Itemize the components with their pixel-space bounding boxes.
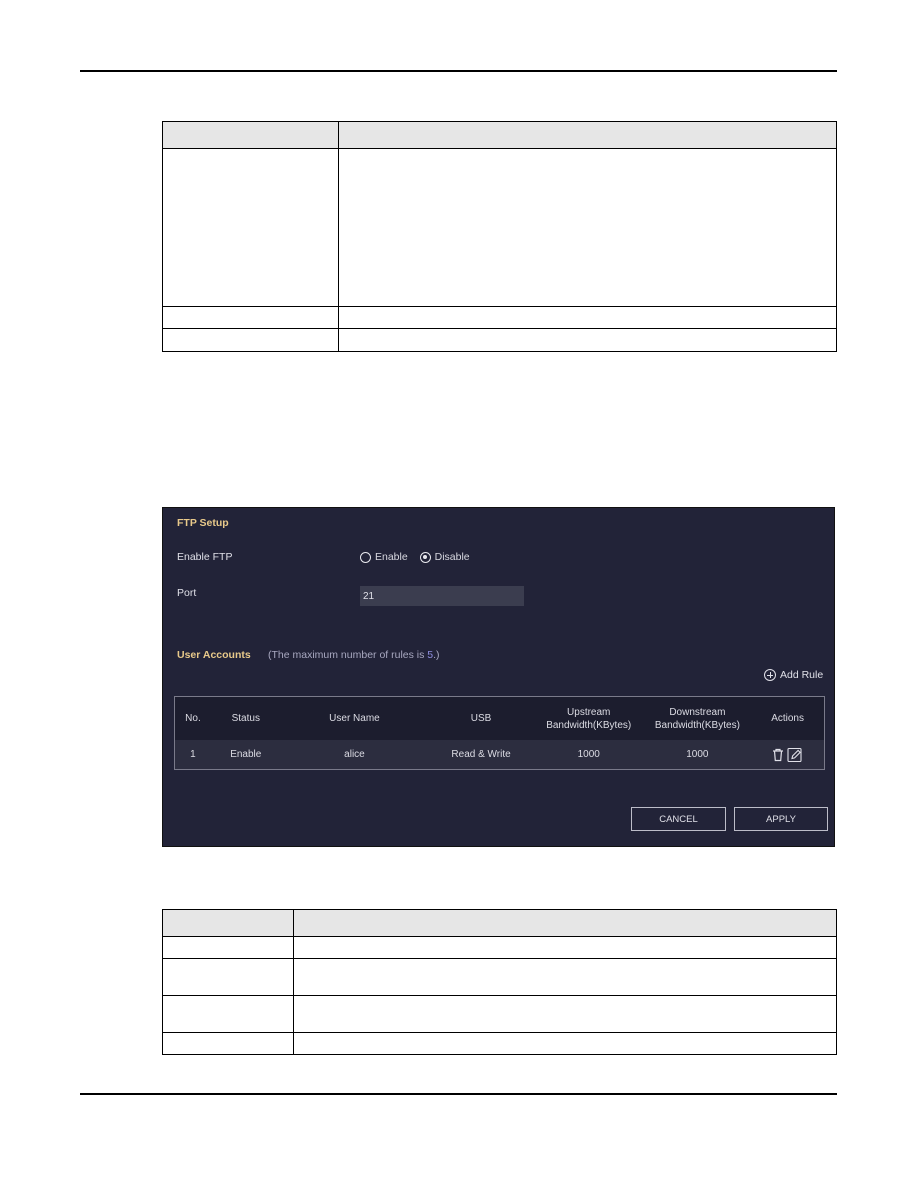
radio-enable[interactable] bbox=[360, 551, 371, 563]
cell-status: Enable bbox=[230, 749, 262, 760]
header-rule bbox=[80, 70, 837, 72]
apply-button[interactable]: APPLY bbox=[734, 807, 828, 831]
port-label: Port bbox=[177, 587, 197, 599]
cell-user-name: alice bbox=[344, 749, 365, 760]
cell-no: 1 bbox=[190, 749, 196, 760]
section-title-user-accounts: User Accounts bbox=[177, 649, 251, 661]
column-header-user-name: User Name bbox=[329, 713, 380, 724]
max-rules-hint: (The maximum number of rules is 5.) bbox=[268, 649, 440, 661]
radio-disable-label[interactable]: Disable bbox=[435, 551, 470, 563]
enable-ftp-label: Enable FTP bbox=[177, 551, 233, 563]
ftp-setup-panel: FTP Setup Enable FTP Enable Disable Port… bbox=[162, 507, 835, 847]
cell-upstream: 1000 bbox=[577, 749, 600, 760]
column-header-no: No. bbox=[185, 713, 201, 724]
delete-icon[interactable] bbox=[772, 748, 784, 762]
cell-downstream: 1000 bbox=[686, 749, 709, 760]
column-header-upstream: Upstream Bandwidth(KBytes) bbox=[546, 706, 632, 731]
table-row bbox=[162, 306, 837, 329]
enable-ftp-radio-group: Enable Disable bbox=[360, 551, 479, 563]
top-description-table bbox=[162, 121, 837, 352]
plus-circle-icon bbox=[764, 669, 776, 681]
add-rule-button[interactable]: Add Rule bbox=[764, 669, 823, 681]
cell-actions bbox=[751, 747, 824, 763]
column-header-status: Status bbox=[231, 713, 260, 724]
column-header-downstream: Downstream Bandwidth(KBytes) bbox=[654, 706, 740, 731]
table-row bbox=[162, 148, 837, 307]
edit-icon[interactable] bbox=[787, 747, 803, 763]
table-row bbox=[162, 995, 837, 1033]
user-accounts-table: No. Status User Name USB Upstream Bandwi… bbox=[174, 696, 825, 770]
footer-rule bbox=[80, 1093, 837, 1095]
table-row bbox=[162, 1032, 837, 1055]
cell-usb: Read & Write bbox=[451, 749, 511, 760]
add-rule-label: Add Rule bbox=[780, 669, 824, 681]
table-header-row: No. Status User Name USB Upstream Bandwi… bbox=[175, 697, 824, 740]
table-row bbox=[162, 958, 837, 996]
column-header-actions: Actions bbox=[771, 713, 804, 724]
table-row bbox=[162, 328, 837, 352]
table-row: 1 Enable alice Read & Write 1000 1000 bbox=[175, 740, 824, 769]
table-header-row bbox=[162, 909, 837, 937]
table-header-row bbox=[162, 121, 837, 149]
cancel-button[interactable]: CANCEL bbox=[631, 807, 726, 831]
bottom-description-table bbox=[162, 909, 837, 1055]
column-header-usb: USB bbox=[470, 713, 492, 724]
table-row bbox=[162, 936, 837, 959]
port-input[interactable] bbox=[360, 586, 524, 606]
section-title-ftp-setup: FTP Setup bbox=[177, 517, 229, 529]
radio-disable[interactable] bbox=[419, 551, 431, 563]
radio-enable-label[interactable]: Enable bbox=[375, 551, 408, 563]
